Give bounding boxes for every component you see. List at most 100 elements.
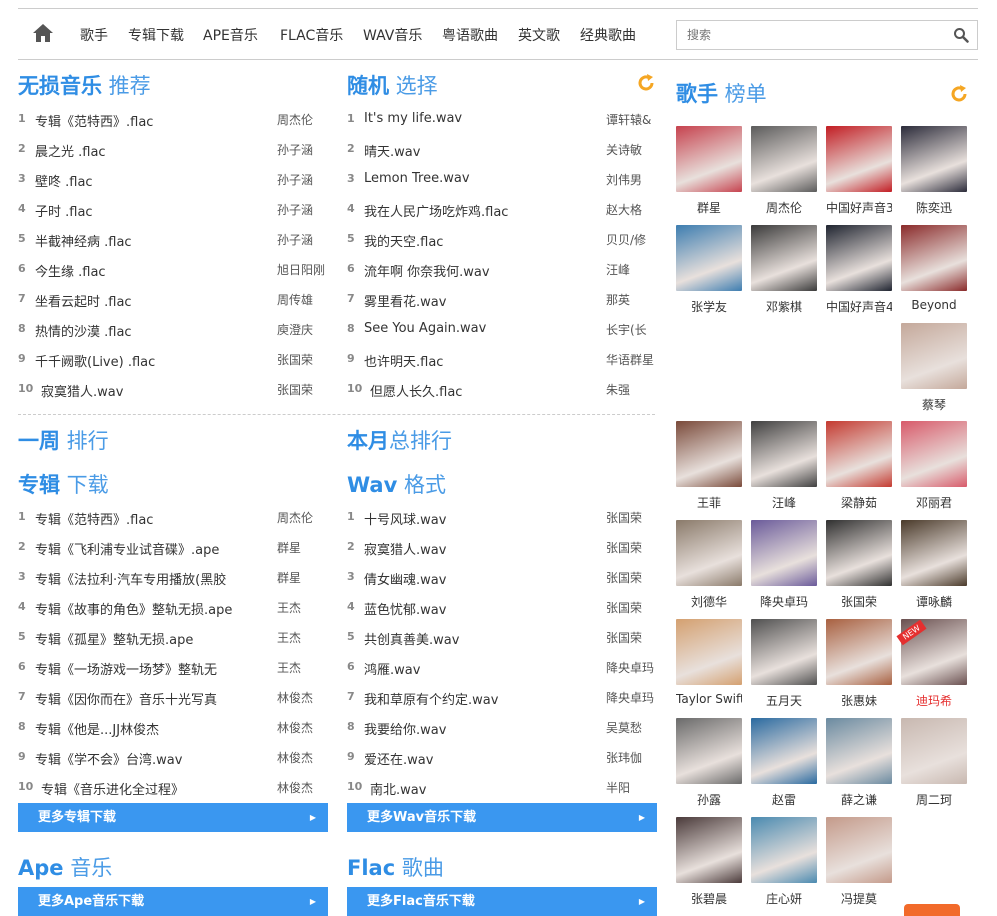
song-title[interactable]: 专辑《他是...JJ林俊杰 bbox=[35, 719, 275, 738]
singer-card[interactable]: 孙露 bbox=[676, 718, 742, 808]
artist-name[interactable]: 孙子涵 bbox=[277, 201, 329, 218]
song-title[interactable]: 共创真善美.wav bbox=[364, 629, 604, 648]
artist-name[interactable]: 贝贝/修 bbox=[606, 231, 658, 248]
song-title[interactable]: 专辑《一场游戏一场梦》整轨无 bbox=[35, 659, 275, 678]
singer-name[interactable]: 邓丽君 bbox=[901, 494, 967, 511]
singer-photo[interactable] bbox=[676, 421, 742, 487]
artist-name[interactable]: 张国荣 bbox=[606, 599, 658, 616]
artist-name[interactable]: 张国荣 bbox=[277, 381, 329, 398]
singer-photo[interactable] bbox=[901, 718, 967, 784]
singer-name[interactable]: 梁静茹 bbox=[826, 494, 892, 511]
singer-name[interactable]: 张碧晨 bbox=[676, 890, 742, 907]
nav-item-english[interactable]: 英文歌 bbox=[518, 25, 560, 45]
artist-name[interactable]: 孙子涵 bbox=[277, 141, 329, 158]
song-title[interactable]: 我要给你.wav bbox=[364, 719, 604, 738]
nav-item-albums[interactable]: 专辑下载 bbox=[128, 25, 184, 45]
singer-photo[interactable] bbox=[751, 718, 817, 784]
artist-name[interactable]: 长宇(长 bbox=[606, 321, 658, 338]
song-title[interactable]: 专辑《范特西》.flac bbox=[35, 509, 275, 528]
singer-name[interactable]: 赵雷 bbox=[751, 791, 817, 808]
artist-name[interactable]: 张国荣 bbox=[606, 629, 658, 646]
song-row[interactable]: 3 倩女幽魂.wav 张国荣 bbox=[347, 563, 657, 593]
singer-name[interactable]: 中国好声音3 bbox=[826, 199, 892, 216]
home-icon[interactable] bbox=[32, 23, 54, 43]
song-row[interactable]: 8 热情的沙漠 .flac 庾澄庆 bbox=[18, 315, 328, 345]
singer-name[interactable]: 降央卓玛 bbox=[751, 593, 817, 610]
more-wav-button[interactable]: 更多Wav音乐下载 ▶ bbox=[347, 803, 657, 832]
song-title[interactable]: 我的天空.flac bbox=[364, 231, 604, 250]
singer-card[interactable]: 张国荣 bbox=[826, 520, 892, 610]
nav-item-wav[interactable]: WAV音乐 bbox=[363, 25, 422, 45]
song-row[interactable]: 7 我和草原有个约定.wav 降央卓玛 bbox=[347, 683, 657, 713]
refresh-icon[interactable] bbox=[949, 84, 969, 104]
song-title[interactable]: 专辑《孤星》整轨无损.ape bbox=[35, 629, 275, 648]
song-title[interactable]: Lemon Tree.wav bbox=[364, 171, 604, 186]
singer-photo[interactable] bbox=[676, 520, 742, 586]
song-title[interactable]: 晴天.wav bbox=[364, 141, 604, 160]
singer-photo[interactable] bbox=[751, 225, 817, 291]
singer-photo[interactable] bbox=[826, 520, 892, 586]
song-row[interactable]: 6 流年啊 你奈我何.wav 汪峰 bbox=[347, 255, 657, 285]
nav-item-classic[interactable]: 经典歌曲 bbox=[580, 25, 636, 45]
song-title[interactable]: 鸿雁.wav bbox=[364, 659, 604, 678]
singer-card[interactable]: 中国好声音3 bbox=[826, 126, 892, 216]
song-title[interactable]: 专辑《学不会》台湾.wav bbox=[35, 749, 275, 768]
artist-name[interactable]: 那英 bbox=[606, 291, 658, 308]
artist-name[interactable]: 林俊杰 bbox=[277, 719, 329, 736]
singer-name[interactable]: 张学友 bbox=[676, 298, 742, 315]
singer-name[interactable]: 刘德华 bbox=[676, 593, 742, 610]
artist-name[interactable]: 庾澄庆 bbox=[277, 321, 329, 338]
song-title[interactable]: It's my life.wav bbox=[364, 111, 604, 126]
artist-name[interactable]: 汪峰 bbox=[606, 261, 658, 278]
song-row[interactable]: 10 南北.wav 半阳 bbox=[347, 773, 657, 803]
weekly-title[interactable]: 一周 排行 bbox=[18, 427, 109, 455]
artist-name[interactable]: 王杰 bbox=[277, 659, 329, 676]
song-row[interactable]: 3 壁咚 .flac 孙子涵 bbox=[18, 165, 328, 195]
artist-name[interactable]: 华语群星 bbox=[606, 351, 658, 368]
artist-name[interactable]: 降央卓玛 bbox=[606, 689, 658, 706]
song-title[interactable]: 我和草原有个约定.wav bbox=[364, 689, 604, 708]
song-row[interactable]: 7 雾里看花.wav 那英 bbox=[347, 285, 657, 315]
song-title[interactable]: 雾里看花.wav bbox=[364, 291, 604, 310]
song-row[interactable]: 3 Lemon Tree.wav 刘伟男 bbox=[347, 165, 657, 195]
singer-card[interactable]: 庄心妍 bbox=[751, 817, 817, 907]
song-row[interactable]: 9 爱还在.wav 张玮伽 bbox=[347, 743, 657, 773]
singer-card[interactable]: 蔡琴 bbox=[901, 323, 967, 413]
singer-name[interactable]: Taylor Swift bbox=[676, 692, 742, 706]
song-row[interactable]: 2 晴天.wav 关诗敏 bbox=[347, 135, 657, 165]
singer-name[interactable]: 薛之谦 bbox=[826, 791, 892, 808]
singer-name[interactable]: 陈奕迅 bbox=[901, 199, 967, 216]
singer-card[interactable]: 刘德华 bbox=[676, 520, 742, 610]
artist-name[interactable]: 张国荣 bbox=[606, 569, 658, 586]
singer-photo[interactable] bbox=[826, 225, 892, 291]
artist-name[interactable]: 刘伟男 bbox=[606, 171, 658, 188]
search-icon[interactable] bbox=[953, 27, 969, 43]
singer-name[interactable]: 周二珂 bbox=[901, 791, 967, 808]
artist-name[interactable]: 林俊杰 bbox=[277, 749, 329, 766]
song-row[interactable]: 1 专辑《范特西》.flac 周杰伦 bbox=[18, 503, 328, 533]
song-row[interactable]: 4 子时 .flac 孙子涵 bbox=[18, 195, 328, 225]
song-row[interactable]: 9 也许明天.flac 华语群星 bbox=[347, 345, 657, 375]
singer-card[interactable]: 梁静茹 bbox=[826, 421, 892, 511]
more-flac-button[interactable]: 更多Flac音乐下载 ▶ bbox=[347, 887, 657, 916]
nav-item-flac[interactable]: FLAC音乐 bbox=[280, 25, 343, 45]
singer-name[interactable]: 王菲 bbox=[676, 494, 742, 511]
song-row[interactable]: 1 十号风球.wav 张国荣 bbox=[347, 503, 657, 533]
singer-name[interactable]: 蔡琴 bbox=[901, 396, 967, 413]
song-title[interactable]: 今生缘 .flac bbox=[35, 261, 275, 280]
singer-photo[interactable] bbox=[676, 126, 742, 192]
artist-name[interactable]: 张国荣 bbox=[606, 509, 658, 526]
song-title[interactable]: 专辑《音乐进化全过程》 bbox=[41, 779, 281, 798]
singer-name[interactable]: Beyond bbox=[901, 298, 967, 312]
singer-photo[interactable] bbox=[676, 619, 742, 685]
singer-card[interactable]: 张碧晨 bbox=[676, 817, 742, 907]
artist-name[interactable]: 张国荣 bbox=[606, 539, 658, 556]
artist-name[interactable]: 张玮伽 bbox=[606, 749, 658, 766]
singer-card[interactable]: 中国好声音4 bbox=[826, 225, 892, 315]
singer-photo[interactable] bbox=[751, 520, 817, 586]
song-row[interactable]: 9 千千阙歌(Live) .flac 张国荣 bbox=[18, 345, 328, 375]
singer-card[interactable]: 群星 bbox=[676, 126, 742, 216]
song-row[interactable]: 2 晨之光 .flac 孙子涵 bbox=[18, 135, 328, 165]
singer-name[interactable]: 庄心妍 bbox=[751, 890, 817, 907]
singer-photo[interactable] bbox=[901, 126, 967, 192]
